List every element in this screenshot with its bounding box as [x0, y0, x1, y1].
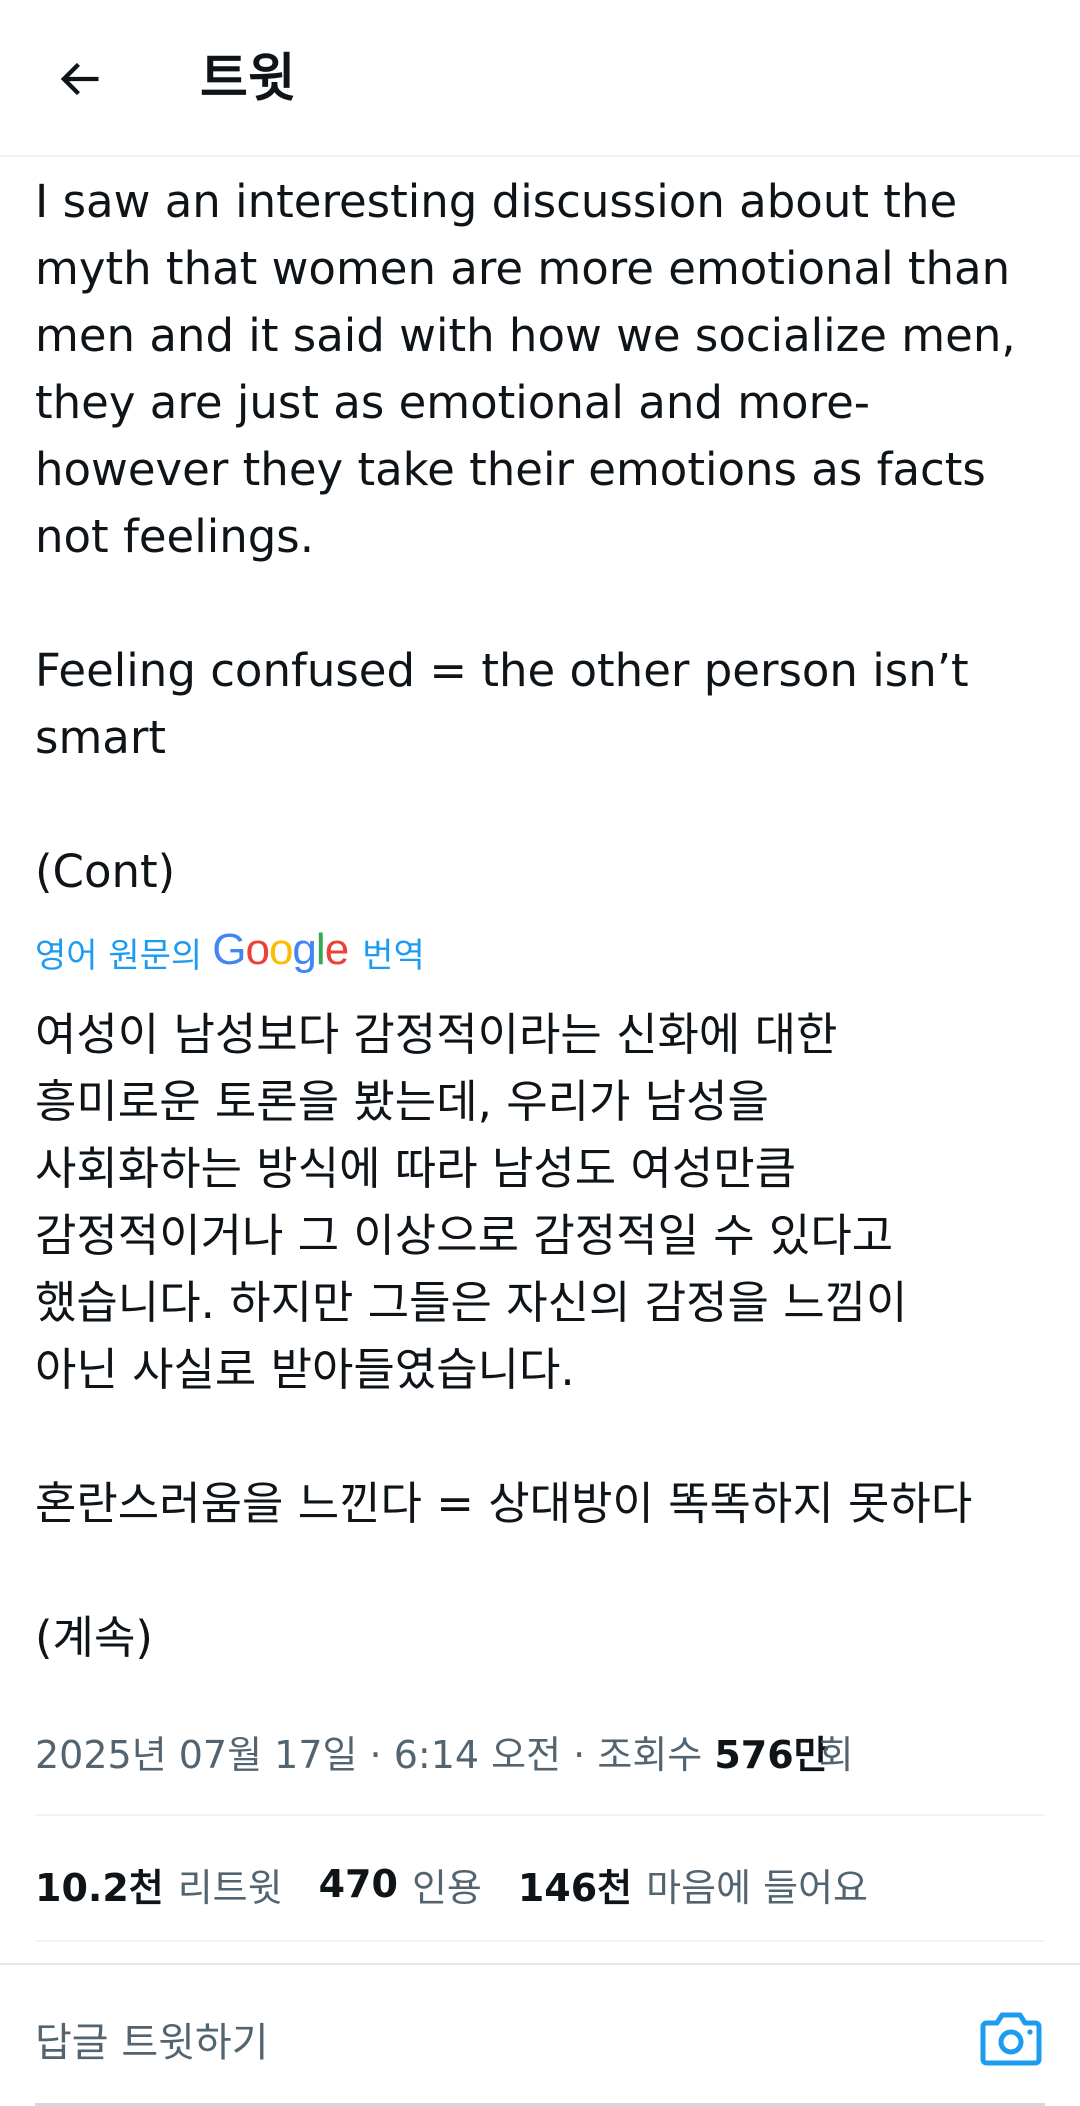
tweet-text: I saw an interesting discussion about th… [35, 168, 1055, 905]
top-app-bar: 트윗 [0, 0, 1080, 157]
translated-paragraph: 혼란스러움을 느낀다 = 상대방이 똑똑하지 못하다 [35, 1477, 973, 1530]
reply-composer: 답글 트윗하기 [0, 1963, 1080, 2106]
quotes-stat[interactable]: 470 인용 [319, 1857, 482, 1912]
google-logo-letter: e [324, 925, 350, 974]
translated-paragraph: (계속) [35, 1611, 153, 1664]
camera-icon [980, 2012, 1042, 2066]
divider [35, 1940, 1045, 1942]
likes-count: 146천 [517, 1865, 633, 1910]
likes-stat[interactable]: 146천 마음에 들어요 [518, 1857, 868, 1912]
google-logo-letter: g [292, 925, 317, 974]
translated-paragraph: 여성이 남성보다 감정적이라는 신화에 대한 흥미로운 토론을 봤는데, 우리가… [35, 1008, 908, 1396]
quotes-count: 470 [318, 1862, 398, 1906]
google-logo: Google [212, 925, 350, 975]
likes-label: 마음에 들어요 [646, 1865, 868, 1910]
meta-separator: · [573, 1733, 586, 1777]
google-logo-letter: o [268, 925, 294, 974]
page-title: 트윗 [200, 49, 296, 109]
retweets-count: 10.2천 [35, 1865, 164, 1910]
camera-button[interactable] [980, 2010, 1042, 2066]
translated-tweet-text: 여성이 남성보다 감정적이라는 신화에 대한 흥미로운 토론을 봤는데, 우리가… [35, 1001, 1065, 1671]
retweets-label: 리트윗 [177, 1865, 283, 1910]
divider [35, 1814, 1045, 1816]
views-label: 조회수 [597, 1733, 703, 1777]
views-count: 576만 [714, 1733, 829, 1777]
retweets-stat[interactable]: 10.2천 리트윗 [35, 1857, 283, 1912]
tweet-paragraph: Feeling confused = the other person isn’… [35, 644, 969, 764]
meta-separator: · [369, 1733, 382, 1777]
google-logo-letter: o [245, 925, 270, 974]
google-logo-letter: l [315, 925, 326, 974]
tweet-paragraph: I saw an interesting discussion about th… [35, 175, 1016, 563]
tweet-date: 2025년 07월 17일 [35, 1733, 358, 1777]
google-logo-letter: G [212, 925, 246, 974]
back-button[interactable] [34, 34, 124, 124]
arrow-left-icon [60, 62, 99, 96]
tweet-timestamp-views: 2025년 07월 17일 · 6:14 오전 · 조회수 576만회 [35, 1725, 854, 1785]
translate-prefix: 영어 원문의 [35, 935, 203, 976]
translation-attribution-link[interactable]: 영어 원문의 Google 번역 [35, 924, 425, 980]
views-suffix: 회 [818, 1733, 854, 1777]
quotes-label: 인용 [411, 1865, 482, 1910]
translate-suffix: 번역 [362, 935, 425, 976]
tweet-paragraph: (Cont) [35, 845, 176, 898]
tweet-time: 6:14 오전 [393, 1733, 562, 1777]
engagement-stats: 10.2천 리트윗 470 인용 146천 마음에 들어요 [35, 1852, 904, 1916]
reply-input[interactable]: 답글 트윗하기 [35, 2010, 269, 2068]
